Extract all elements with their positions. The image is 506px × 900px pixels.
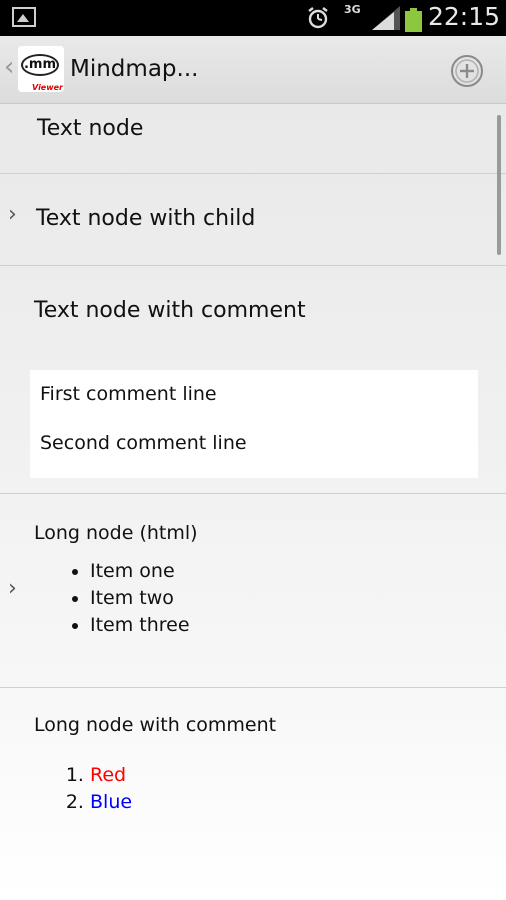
expand-chevron-icon[interactable]: › — [8, 576, 17, 601]
node-comment: First comment line Second comment line — [30, 370, 478, 478]
bullet-list: Item one Item two Item three — [52, 558, 190, 639]
comment-line: First comment line — [40, 383, 217, 405]
page-title: Mindmap... — [70, 56, 199, 82]
node-title: Long node (html) — [34, 522, 198, 544]
node-title: Text node with comment — [34, 298, 306, 323]
list-item: Item two — [90, 585, 190, 612]
mindmap-node-list: Text node › Text node with child Text no… — [0, 104, 506, 828]
gallery-notification-icon — [12, 7, 36, 27]
node-row[interactable]: Long node (html) › Item one Item two Ite… — [0, 494, 506, 688]
numbered-list: Red Blue — [58, 762, 132, 816]
status-bar: 3G 22:15 — [0, 0, 506, 36]
network-type-label: 3G — [344, 3, 361, 16]
expand-chevron-icon[interactable]: › — [8, 202, 17, 227]
comment-line: Second comment line — [40, 432, 247, 454]
node-row[interactable]: Text node — [0, 104, 506, 174]
node-title: Text node — [37, 116, 144, 141]
list-item: Blue — [90, 789, 132, 816]
back-caret-icon[interactable]: ‹ — [4, 52, 14, 82]
list-item: Red — [90, 762, 132, 789]
add-circle-icon[interactable] — [450, 54, 484, 88]
app-logo-subtext: Viewer — [32, 83, 63, 92]
list-item-text: Red — [90, 764, 127, 786]
node-row[interactable]: Text node with comment First comment lin… — [0, 266, 506, 494]
list-item: Item three — [90, 612, 190, 639]
action-bar: ‹ .mm Viewer Mindmap... — [0, 36, 506, 104]
list-item: Item one — [90, 558, 190, 585]
alarm-clock-icon — [308, 7, 328, 29]
node-title: Long node with comment — [34, 714, 277, 736]
app-logo-text: .mm — [21, 54, 59, 76]
scrollbar[interactable] — [497, 115, 501, 255]
signal-strength-icon — [372, 6, 400, 30]
node-row[interactable]: Long node with comment Red Blue — [0, 688, 506, 828]
battery-icon — [405, 8, 422, 32]
app-logo-icon[interactable]: .mm Viewer — [18, 46, 64, 92]
node-row[interactable]: › Text node with child — [0, 174, 506, 266]
clock: 22:15 — [428, 2, 501, 31]
node-title: Text node with child — [36, 206, 256, 231]
list-item-text: Blue — [90, 791, 133, 813]
